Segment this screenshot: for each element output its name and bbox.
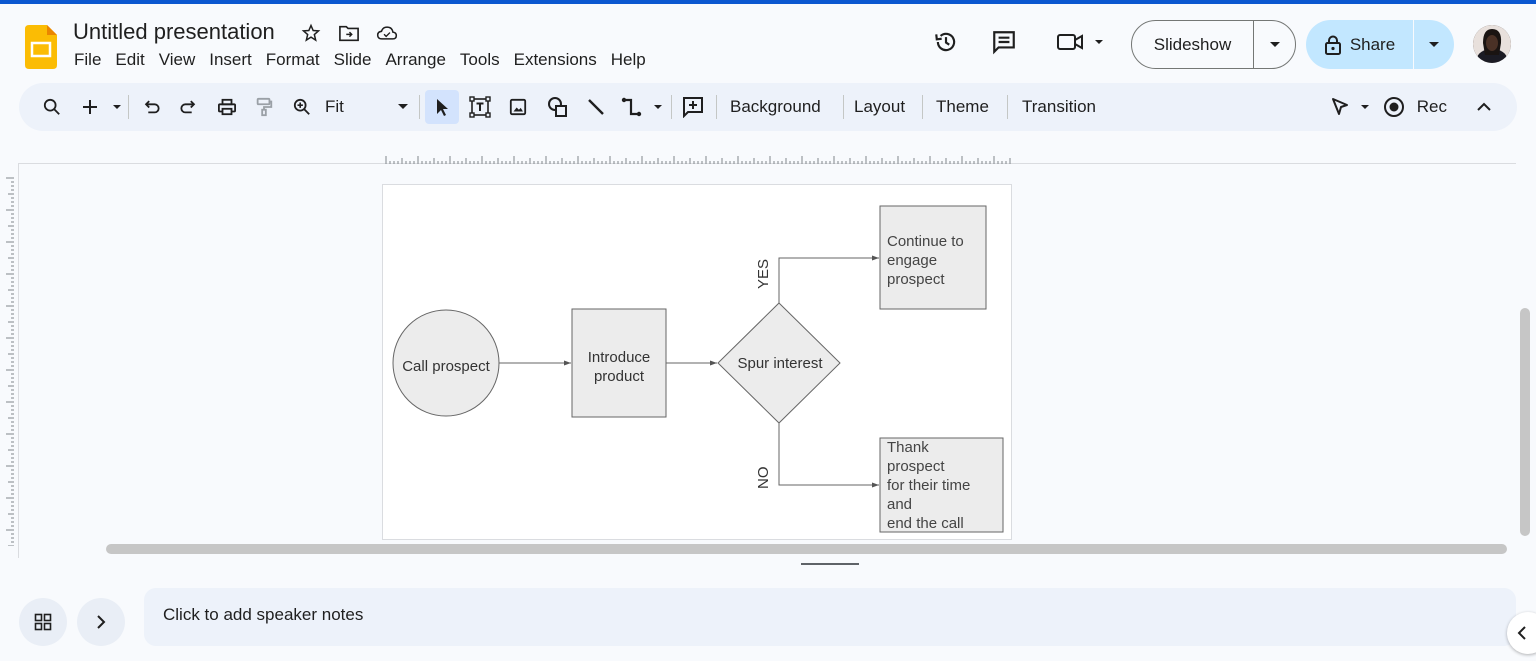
connector-yes[interactable] bbox=[778, 255, 879, 303]
background-button[interactable]: Background bbox=[730, 93, 821, 121]
yes-outcome-line1: Continue to bbox=[887, 233, 964, 250]
slide-canvas[interactable]: Call prospect Introduce product Spur int… bbox=[382, 184, 1012, 540]
share-dropdown-icon[interactable] bbox=[1414, 20, 1454, 69]
transition-button[interactable]: Transition bbox=[1022, 93, 1096, 121]
start-node-label: Call prospect bbox=[402, 358, 490, 375]
new-slide-button[interactable] bbox=[79, 93, 127, 121]
layout-button[interactable]: Layout bbox=[854, 93, 905, 121]
account-avatar[interactable] bbox=[1473, 25, 1511, 63]
lock-icon bbox=[1324, 35, 1341, 55]
menu-extensions[interactable]: Extensions bbox=[514, 50, 597, 70]
vertical-ruler[interactable] bbox=[0, 176, 18, 546]
no-outcome-line3: for their time bbox=[887, 477, 970, 494]
no-outcome-line2: prospect bbox=[887, 458, 945, 475]
zoom-value: Fit bbox=[325, 97, 344, 116]
zoom-icon[interactable] bbox=[290, 93, 314, 121]
version-history-icon[interactable] bbox=[932, 28, 960, 56]
side-panel-toggle[interactable] bbox=[1507, 612, 1536, 654]
no-outcome-line5: end the call bbox=[887, 515, 964, 532]
chevron-left-icon bbox=[1517, 626, 1526, 640]
menu-format[interactable]: Format bbox=[266, 50, 320, 70]
toolbar-divider bbox=[922, 95, 923, 119]
horizontal-ruler[interactable] bbox=[384, 152, 1012, 164]
undo-icon[interactable] bbox=[139, 93, 163, 121]
record-icon bbox=[1384, 97, 1404, 117]
menu-bar: File Edit View Insert Format Slide Arran… bbox=[74, 50, 660, 70]
menu-tools[interactable]: Tools bbox=[460, 50, 500, 70]
menu-arrange[interactable]: Arrange bbox=[385, 50, 445, 70]
flowchart-diagram: Call prospect Introduce product Spur int… bbox=[392, 205, 1004, 533]
move-folder-icon[interactable] bbox=[338, 22, 360, 44]
collapse-toolbar-icon[interactable] bbox=[1472, 93, 1496, 121]
show-filmstrip-button[interactable] bbox=[77, 598, 125, 646]
app-header: Untitled presentation File Edit View Ins… bbox=[0, 4, 1536, 82]
share-button[interactable]: Share bbox=[1306, 20, 1454, 69]
search-menus-icon[interactable] bbox=[39, 93, 65, 121]
horizontal-scrollbar[interactable] bbox=[106, 544, 1507, 554]
main-toolbar: Fit Background Layout Theme Transition R… bbox=[19, 83, 1517, 131]
comments-icon[interactable] bbox=[990, 28, 1018, 56]
toolbar-divider bbox=[843, 95, 844, 119]
menu-insert[interactable]: Insert bbox=[209, 50, 252, 70]
zoom-dropdown-icon bbox=[398, 104, 408, 109]
connector-no[interactable] bbox=[778, 423, 879, 488]
menu-slide[interactable]: Slide bbox=[334, 50, 372, 70]
no-outcome-line1: Thank bbox=[887, 439, 929, 456]
print-icon[interactable] bbox=[215, 93, 239, 121]
vertical-scrollbar[interactable] bbox=[1520, 308, 1530, 536]
share-main[interactable]: Share bbox=[1306, 20, 1414, 69]
redo-icon[interactable] bbox=[177, 93, 201, 121]
menu-view[interactable]: View bbox=[159, 50, 196, 70]
toolbar-divider bbox=[716, 95, 717, 119]
theme-button[interactable]: Theme bbox=[936, 93, 989, 121]
select-tool-icon[interactable] bbox=[425, 90, 459, 124]
slideshow-button[interactable]: Slideshow bbox=[1131, 20, 1296, 69]
chevron-right-icon bbox=[97, 615, 106, 629]
grid-view-icon bbox=[34, 613, 52, 631]
no-outcome-line4: and bbox=[887, 496, 912, 513]
document-title[interactable]: Untitled presentation bbox=[73, 19, 275, 45]
record-label: Rec bbox=[1416, 97, 1447, 116]
toolbar-divider bbox=[128, 95, 129, 119]
slideshow-label[interactable]: Slideshow bbox=[1132, 21, 1254, 68]
ruler-border-vertical bbox=[18, 163, 19, 558]
share-label: Share bbox=[1349, 34, 1396, 54]
text-box-icon[interactable] bbox=[468, 93, 492, 121]
menu-file[interactable]: File bbox=[74, 50, 101, 70]
step-node-label-line1: Introduce bbox=[588, 349, 651, 366]
toolbar-divider bbox=[419, 95, 420, 119]
no-branch-label: NO bbox=[755, 467, 772, 490]
laser-pointer-icon[interactable] bbox=[1329, 93, 1373, 121]
insert-image-icon[interactable] bbox=[506, 93, 530, 121]
shape-icon[interactable] bbox=[545, 93, 571, 121]
title-icons bbox=[300, 22, 398, 44]
insert-comment-icon[interactable] bbox=[680, 93, 706, 121]
record-button[interactable]: Rec bbox=[1383, 93, 1447, 121]
menu-edit[interactable]: Edit bbox=[115, 50, 144, 70]
cloud-status-icon[interactable] bbox=[376, 22, 398, 44]
decision-node-label: Spur interest bbox=[737, 355, 823, 372]
notes-resize-handle[interactable] bbox=[801, 563, 859, 565]
connector-tool-icon[interactable] bbox=[620, 93, 668, 121]
yes-branch-label: YES bbox=[755, 259, 772, 289]
menu-help[interactable]: Help bbox=[611, 50, 646, 70]
meet-camera-icon[interactable] bbox=[1055, 28, 1107, 56]
speaker-notes-field[interactable]: Click to add speaker notes bbox=[144, 588, 1516, 646]
line-tool-icon[interactable] bbox=[584, 93, 608, 121]
yes-outcome-line3: prospect bbox=[887, 271, 945, 288]
star-icon[interactable] bbox=[300, 22, 322, 44]
zoom-select[interactable]: Fit bbox=[325, 93, 409, 121]
paint-format-icon[interactable] bbox=[252, 93, 276, 121]
yes-outcome-line2: engage bbox=[887, 252, 937, 269]
toolbar-divider bbox=[1007, 95, 1008, 119]
step-node-label-line2: product bbox=[594, 368, 645, 385]
slides-logo-icon[interactable] bbox=[25, 25, 57, 69]
toolbar-divider bbox=[671, 95, 672, 119]
grid-view-button[interactable] bbox=[19, 598, 67, 646]
slideshow-dropdown-icon[interactable] bbox=[1254, 21, 1295, 68]
